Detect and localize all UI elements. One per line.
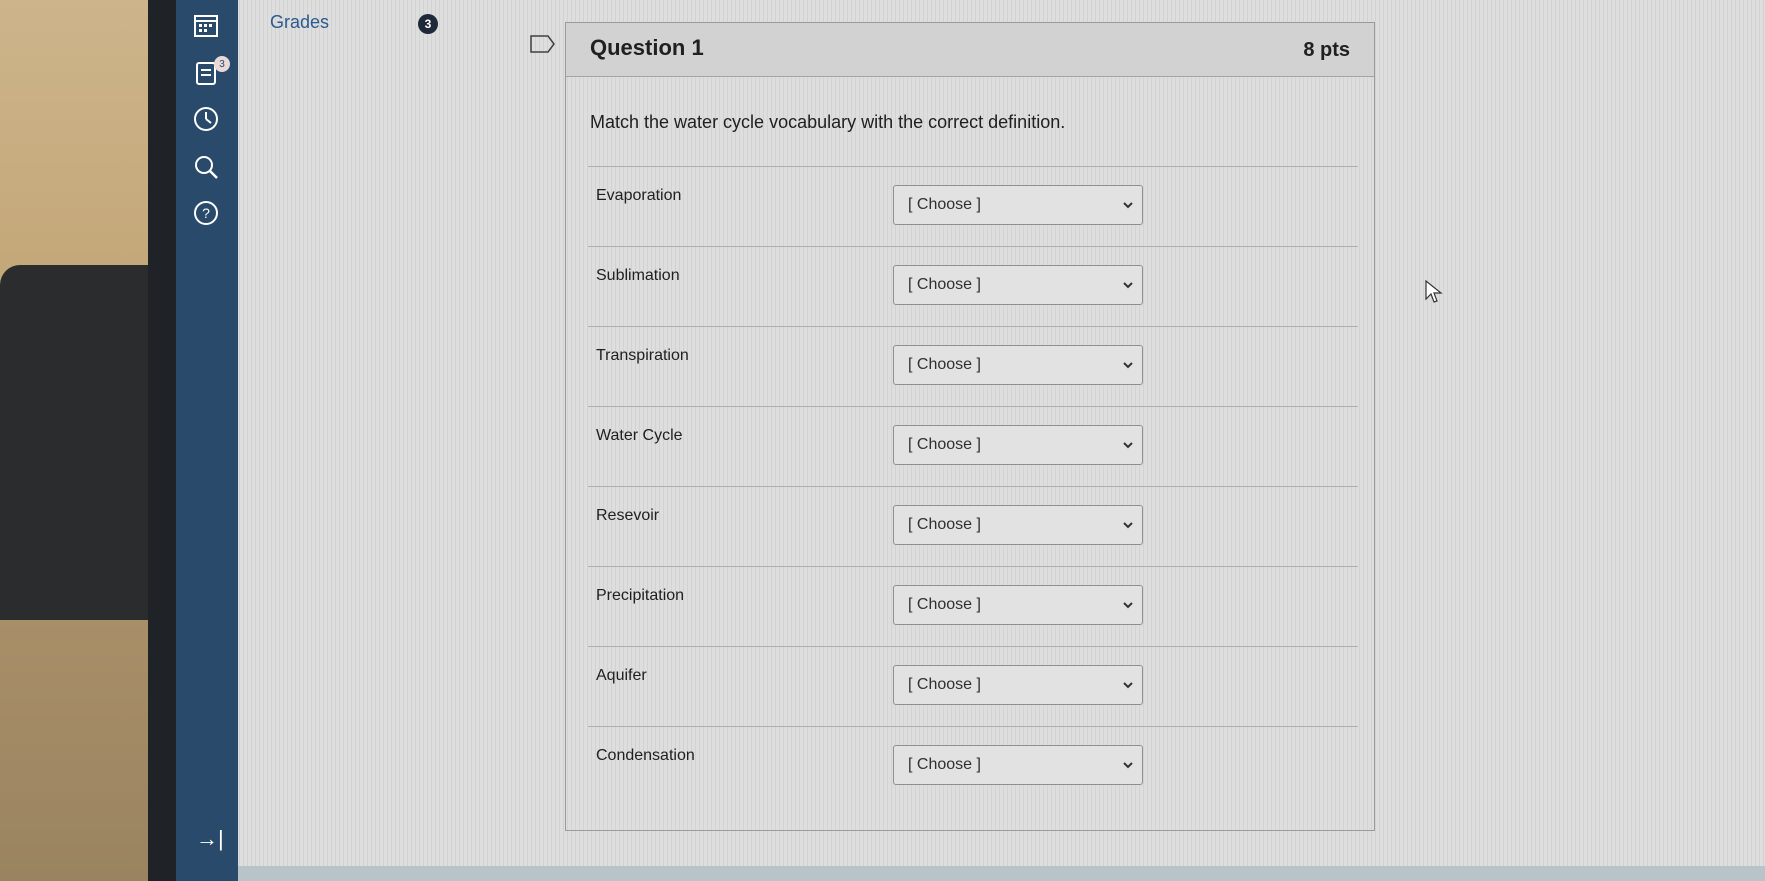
chevron-down-icon	[1123, 522, 1133, 529]
answer-select[interactable]: [ Choose ]	[893, 745, 1143, 785]
svg-text:?: ?	[202, 205, 210, 221]
global-nav: 3 ?	[176, 0, 238, 881]
term-label: Resevoir	[596, 507, 660, 524]
mouse-cursor-icon	[1425, 280, 1443, 303]
select-value: [ Choose ]	[908, 436, 981, 453]
help-icon[interactable]: ?	[191, 198, 221, 228]
term-label: Transpiration	[596, 347, 689, 364]
chevron-down-icon	[1123, 282, 1133, 289]
matching-row: Aquifer [ Choose ]	[588, 646, 1358, 726]
collapse-nav-icon[interactable]: →|	[196, 826, 224, 852]
matching-row: Transpiration [ Choose ]	[588, 326, 1358, 406]
select-value: [ Choose ]	[908, 196, 981, 213]
question-panel: Question 1 8 pts Match the water cycle v…	[565, 22, 1375, 831]
answer-select[interactable]: [ Choose ]	[893, 185, 1143, 225]
select-value: [ Choose ]	[908, 676, 981, 693]
inbox-badge: 3	[214, 56, 230, 72]
term-label: Aquifer	[596, 667, 647, 684]
monitor-bezel	[148, 0, 178, 881]
chevron-down-icon	[1123, 602, 1133, 609]
answer-select[interactable]: [ Choose ]	[893, 425, 1143, 465]
answer-select[interactable]: [ Choose ]	[893, 665, 1143, 705]
matching-row: Water Cycle [ Choose ]	[588, 406, 1358, 486]
select-value: [ Choose ]	[908, 756, 981, 773]
select-value: [ Choose ]	[908, 516, 981, 533]
answer-select[interactable]: [ Choose ]	[893, 505, 1143, 545]
chevron-down-icon	[1123, 762, 1133, 769]
term-label: Sublimation	[596, 267, 680, 284]
select-value: [ Choose ]	[908, 596, 981, 613]
dark-object-background	[0, 265, 150, 620]
select-value: [ Choose ]	[908, 356, 981, 373]
calendar-icon[interactable]	[191, 10, 221, 40]
desk-surface	[0, 620, 160, 881]
term-label: Evaporation	[596, 187, 682, 204]
answer-select[interactable]: [ Choose ]	[893, 345, 1143, 385]
chevron-down-icon	[1123, 202, 1133, 209]
matching-list: Evaporation [ Choose ] Sublimation [ Cho…	[588, 166, 1358, 806]
question-title: Question 1	[590, 35, 704, 60]
question-header: Question 1 8 pts	[566, 23, 1374, 77]
matching-row: Resevoir [ Choose ]	[588, 486, 1358, 566]
flag-question-icon[interactable]	[530, 35, 556, 53]
grades-badge: 3	[418, 14, 438, 34]
matching-row: Evaporation [ Choose ]	[588, 166, 1358, 246]
answer-select[interactable]: [ Choose ]	[893, 265, 1143, 305]
chevron-down-icon	[1123, 362, 1133, 369]
question-prompt: Match the water cycle vocabulary with th…	[590, 112, 1066, 132]
matching-row: Sublimation [ Choose ]	[588, 246, 1358, 326]
answer-select[interactable]: [ Choose ]	[893, 585, 1143, 625]
term-label: Precipitation	[596, 587, 685, 604]
screen-bottom-strip	[176, 866, 1765, 881]
matching-row: Precipitation [ Choose ]	[588, 566, 1358, 646]
question-points: 8 pts	[1303, 39, 1350, 61]
term-label: Condensation	[596, 747, 695, 764]
history-icon[interactable]	[191, 104, 221, 134]
chevron-down-icon	[1123, 442, 1133, 449]
select-value: [ Choose ]	[908, 276, 981, 293]
term-label: Water Cycle	[596, 427, 683, 444]
chevron-down-icon	[1123, 682, 1133, 689]
matching-row: Condensation [ Choose ]	[588, 726, 1358, 806]
grades-link[interactable]: Grades	[270, 12, 329, 33]
search-icon[interactable]	[191, 152, 221, 182]
